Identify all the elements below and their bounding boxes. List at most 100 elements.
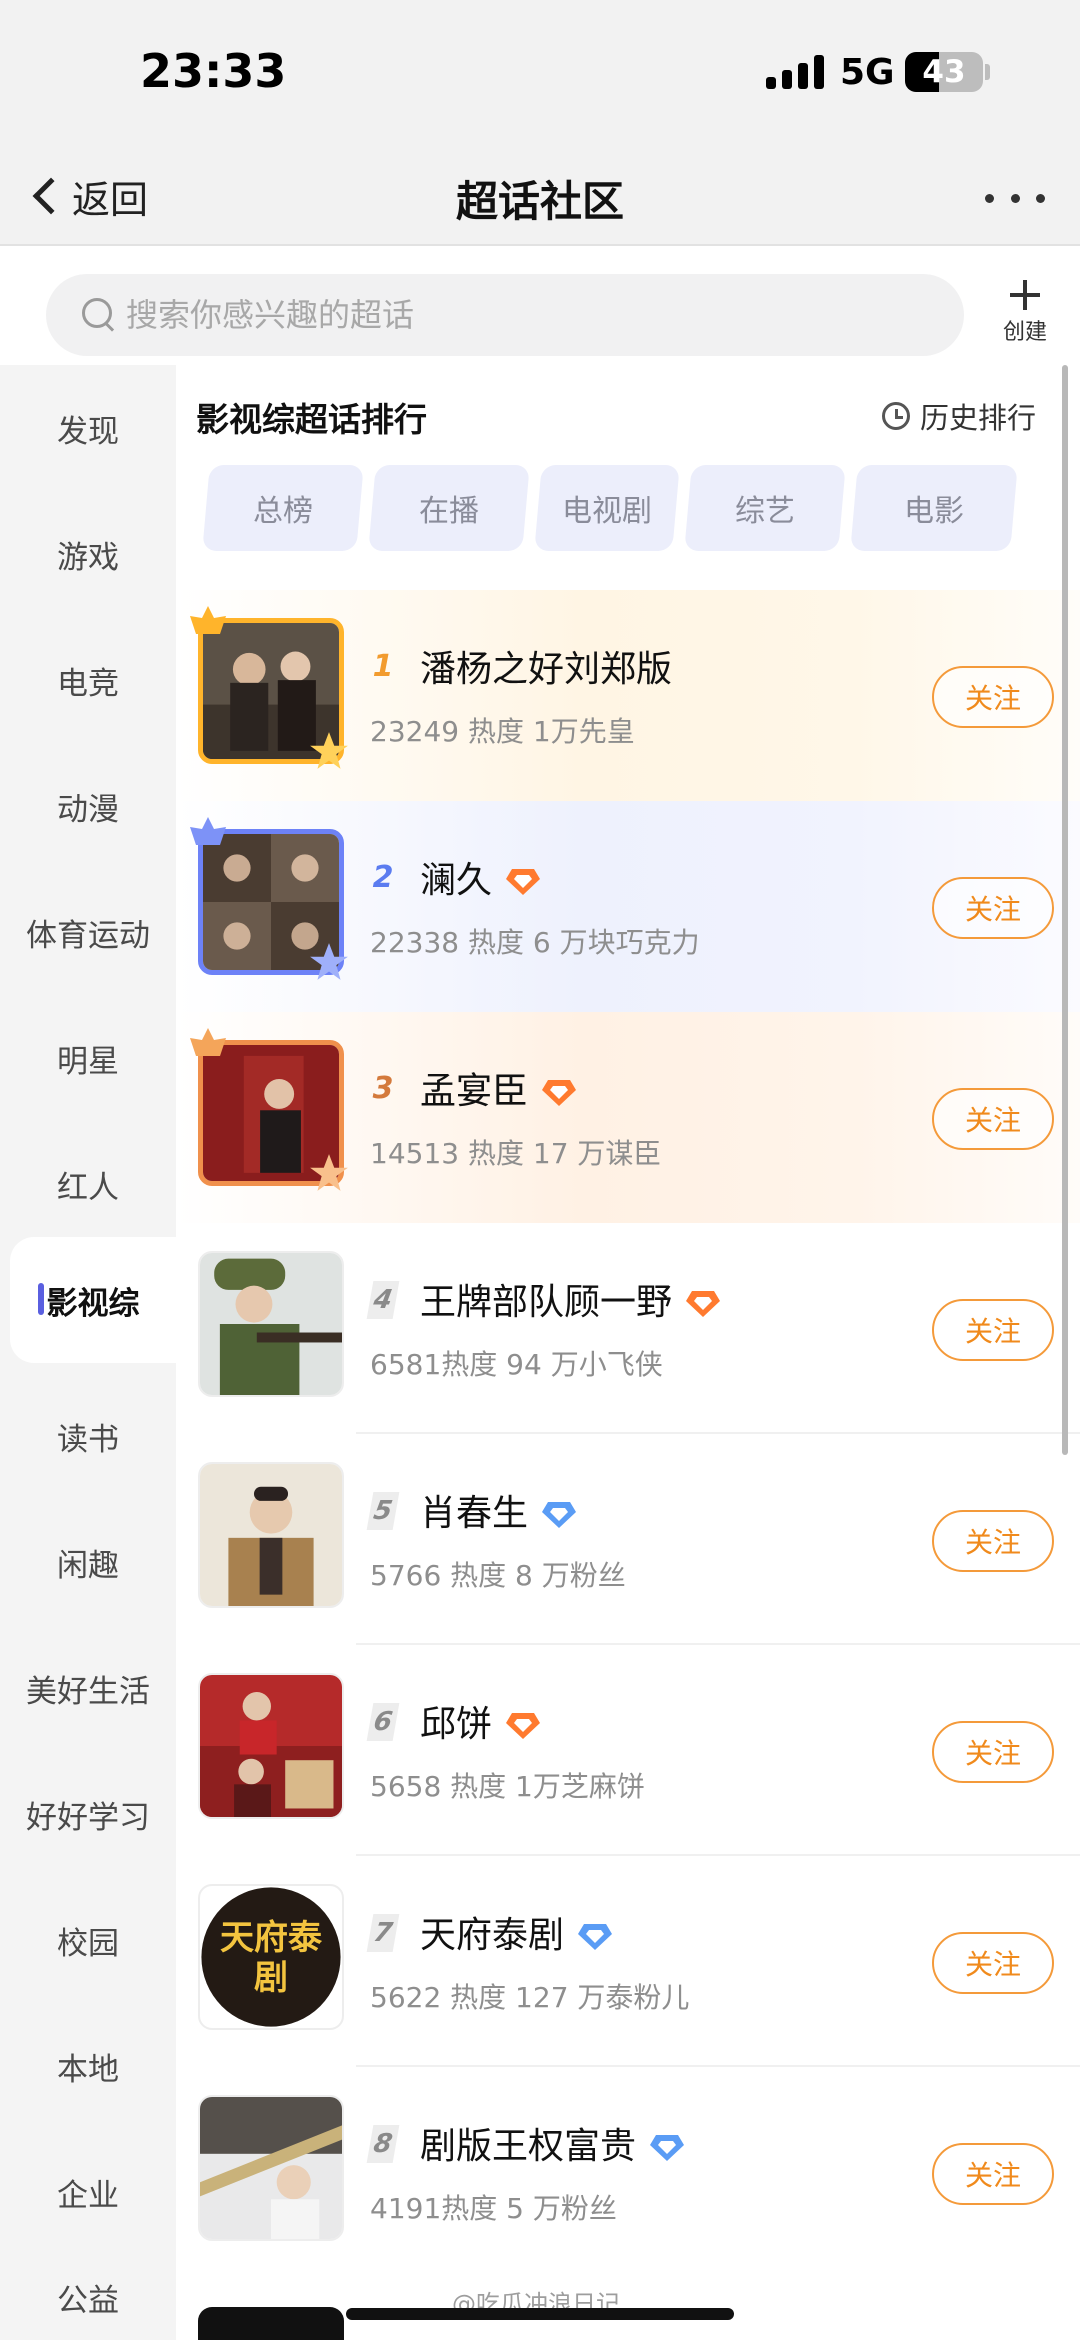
topic-stats: 23249 热度 1万先皇 <box>370 715 635 748</box>
sidebar-item-enterprise[interactable]: 企业 <box>0 2129 176 2255</box>
sidebar-item-sports[interactable]: 体育运动 <box>0 869 176 995</box>
avatar <box>198 1462 348 1612</box>
topic-name[interactable]: 孟宴臣 <box>420 1062 578 1114</box>
sidebar-item-local[interactable]: 本地 <box>0 2003 176 2129</box>
sidebar-item-campus[interactable]: 校园 <box>0 1877 176 2003</box>
topic-name[interactable]: 潘杨之好刘郑版 <box>420 640 672 692</box>
topic-stats: 22338 热度 6 万块巧克力 <box>370 926 700 959</box>
avatar: 天府泰剧 <box>198 1884 348 2034</box>
rank-number: 6 <box>366 1703 400 1741</box>
sidebar-item-games[interactable]: 游戏 <box>0 491 176 617</box>
ranking-row[interactable]: 8 剧版王权富贵 4191热度 5 万粉丝 关注 <box>176 2067 1080 2278</box>
more-menu-button[interactable] <box>985 188 1045 208</box>
tab-overall[interactable]: 总榜 <box>202 465 364 551</box>
avatar <box>198 2095 348 2245</box>
topic-stats: 6581热度 94 万小飞侠 <box>370 1348 663 1381</box>
create-button[interactable]: 创建 <box>990 276 1060 356</box>
clock-icon <box>882 402 910 430</box>
tab-variety[interactable]: 综艺 <box>684 465 846 551</box>
topic-name-text: 肖春生 <box>420 1493 529 1534</box>
sidebar-item-study[interactable]: 好好学习 <box>0 1751 176 1877</box>
topic-name[interactable]: 邱饼 <box>420 1695 542 1747</box>
star-icon <box>310 732 348 769</box>
star-icon <box>310 1154 348 1191</box>
ranking-panel: 影视综超话排行 历史排行 总榜 在播 电视剧 综艺 电影 1 潘杨之好刘郑版 2… <box>176 365 1080 2340</box>
scrollbar[interactable] <box>1062 365 1068 1455</box>
tab-airing[interactable]: 在播 <box>368 465 530 551</box>
follow-button[interactable]: 关注 <box>932 877 1054 939</box>
follow-button[interactable]: 关注 <box>932 1510 1054 1572</box>
follow-button[interactable]: 关注 <box>932 666 1054 728</box>
plus-icon <box>1010 280 1040 310</box>
battery-cap <box>985 64 990 80</box>
rank-number: 7 <box>366 1914 400 1952</box>
topic-stats: 5658 热度 1万芝麻饼 <box>370 1770 645 1803</box>
section-title: 影视综超话排行 <box>196 400 427 439</box>
sidebar-item-discover[interactable]: 发现 <box>0 365 176 491</box>
ranking-row[interactable]: 3 孟宴臣 14513 热度 17 万谋臣 关注 <box>176 1012 1080 1223</box>
follow-button[interactable]: 关注 <box>932 1932 1054 1994</box>
follow-button[interactable]: 关注 <box>932 1721 1054 1783</box>
avatar-logo-text: 天府泰剧 <box>220 1918 322 1998</box>
sidebar-item-esports[interactable]: 电竞 <box>0 617 176 743</box>
sidebar-item-good-life[interactable]: 美好生活 <box>0 1625 176 1751</box>
history-ranking-link[interactable]: 历史排行 <box>882 395 1036 437</box>
create-label: 创建 <box>1002 320 1047 345</box>
follow-button[interactable]: 关注 <box>932 2143 1054 2205</box>
rank-number: 4 <box>366 1281 400 1319</box>
avatar <box>190 817 348 980</box>
orange-diamond-badge-icon <box>506 1713 541 1739</box>
follow-button[interactable]: 关注 <box>932 1088 1054 1150</box>
sidebar-item-anime[interactable]: 动漫 <box>0 743 176 869</box>
topic-avatar-image: 天府泰剧 <box>198 1884 344 2030</box>
topic-name[interactable]: 澜久 <box>420 851 542 903</box>
search-input[interactable] <box>126 296 886 334</box>
sidebar-item-leisure[interactable]: 闲趣 <box>0 1499 176 1625</box>
battery-percent: 43 <box>922 54 966 90</box>
topic-name[interactable]: 王牌部队顾一野 <box>420 1273 722 1325</box>
sidebar-item-stars[interactable]: 明星 <box>0 995 176 1121</box>
blue-diamond-badge-icon <box>578 1924 613 1950</box>
topic-name[interactable]: 剧版王权富贵 <box>420 2117 686 2169</box>
more-dot-icon <box>1010 193 1020 203</box>
crown-icon <box>190 606 226 634</box>
search-bar[interactable] <box>46 274 964 356</box>
rank-number: 8 <box>366 2125 400 2163</box>
topic-name-text: 剧版王权富贵 <box>420 2126 637 2167</box>
topic-name-text: 孟宴臣 <box>420 1071 529 1112</box>
topic-avatar-image <box>198 1462 344 1608</box>
topic-name[interactable]: 天府泰剧 <box>420 1906 614 1958</box>
tab-movies[interactable]: 电影 <box>850 465 1018 551</box>
orange-diamond-badge-icon <box>542 1080 577 1106</box>
ranking-row[interactable]: 4 王牌部队顾一野 6581热度 94 万小飞侠 关注 <box>176 1223 1080 1434</box>
ranking-row[interactable]: 2 澜久 22338 热度 6 万块巧克力 关注 <box>176 801 1080 1012</box>
signal-icon <box>766 55 824 89</box>
sidebar-item-reading[interactable]: 读书 <box>0 1373 176 1499</box>
crown-icon <box>190 817 226 845</box>
follow-button[interactable]: 关注 <box>932 1299 1054 1361</box>
topic-stats: 5766 热度 8 万粉丝 <box>370 1559 626 1592</box>
ranking-row[interactable]: 天府泰剧 7 天府泰剧 5622 热度 127 万泰粉儿 关注 <box>176 1856 1080 2067</box>
topic-stats: 5622 热度 127 万泰粉儿 <box>370 1981 690 2014</box>
topic-stats: 4191热度 5 万粉丝 <box>370 2192 617 2225</box>
next-row-avatar-partial <box>198 2307 344 2340</box>
more-dot-icon <box>1036 193 1045 203</box>
topic-avatar-image <box>198 1251 344 1397</box>
tab-label: 总榜 <box>253 494 313 529</box>
ranking-row[interactable]: 5 肖春生 5766 热度 8 万粉丝 关注 <box>176 1434 1080 1645</box>
sidebar-item-charity[interactable]: 公益 <box>0 2255 176 2340</box>
sidebar-item-film-tv[interactable]: 影视综 <box>10 1237 176 1363</box>
ranking-row[interactable]: 1 潘杨之好刘郑版 23249 热度 1万先皇 关注 <box>176 590 1080 801</box>
tab-tv-series[interactable]: 电视剧 <box>534 465 680 551</box>
orange-diamond-badge-icon <box>686 1291 721 1317</box>
star-icon <box>310 943 348 980</box>
tab-label: 在播 <box>419 494 479 529</box>
ranking-row[interactable]: 6 邱饼 5658 热度 1万芝麻饼 关注 <box>176 1645 1080 1856</box>
topic-name-text: 澜久 <box>420 860 493 901</box>
topic-name[interactable]: 肖春生 <box>420 1484 578 1536</box>
home-indicator[interactable] <box>346 2308 734 2320</box>
crown-icon <box>190 1028 226 1056</box>
search-icon <box>82 298 116 332</box>
sidebar-item-influencers[interactable]: 红人 <box>0 1121 176 1247</box>
blue-diamond-badge-icon <box>542 1502 577 1528</box>
